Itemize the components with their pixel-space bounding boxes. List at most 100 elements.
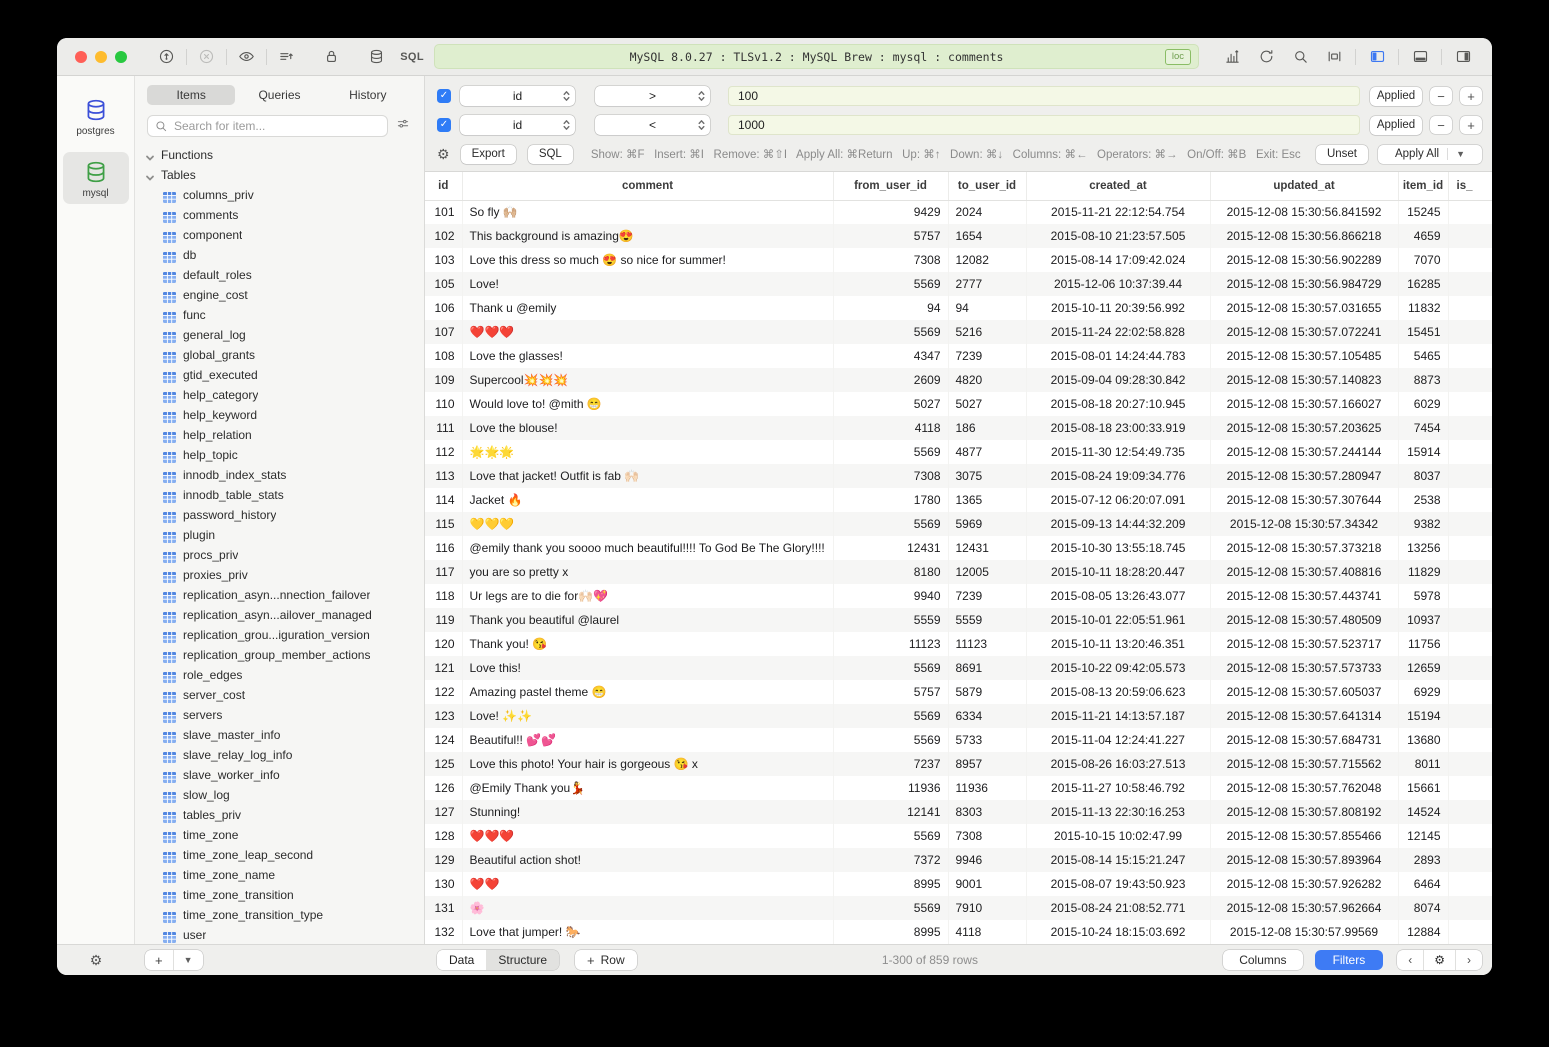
connection-postgres[interactable]: postgres	[63, 90, 129, 142]
table-row[interactable]: 118Ur legs are to die for🙌🏻💖994072392015…	[425, 584, 1492, 608]
cell-to-user-id[interactable]: 8303	[948, 800, 1026, 824]
cell-from-user-id[interactable]: 5569	[833, 704, 948, 728]
cell-to-user-id[interactable]: 5559	[948, 608, 1026, 632]
cell-updated-at[interactable]: 2015-12-08 15:30:57.244144	[1210, 440, 1398, 464]
cell-updated-at[interactable]: 2015-12-08 15:30:57.280947	[1210, 464, 1398, 488]
cell-id[interactable]: 123	[425, 704, 462, 728]
open-sql-editor-button[interactable]: SQL	[400, 51, 424, 63]
cell-to-user-id[interactable]: 4877	[948, 440, 1026, 464]
tab-queries[interactable]: Queries	[235, 85, 323, 105]
cell-created-at[interactable]: 2015-10-11 13:20:46.351	[1026, 632, 1210, 656]
cell-from-user-id[interactable]: 5569	[833, 440, 948, 464]
cell-from-user-id[interactable]: 5569	[833, 512, 948, 536]
cell-comment[interactable]: you are so pretty x	[462, 560, 833, 584]
cell-is[interactable]	[1448, 512, 1492, 536]
toggle-right-panel-icon[interactable]	[1446, 45, 1480, 69]
sidebar-table-item[interactable]: replication_asyn...ailover_managed	[135, 605, 424, 625]
cell-is[interactable]	[1448, 224, 1492, 248]
cell-id[interactable]: 109	[425, 368, 462, 392]
cell-updated-at[interactable]: 2015-12-08 15:30:56.866218	[1210, 224, 1398, 248]
cell-comment[interactable]: Love this dress so much 😍 so nice for su…	[462, 248, 833, 272]
cell-to-user-id[interactable]: 5027	[948, 392, 1026, 416]
sidebar-table-item[interactable]: db	[135, 245, 424, 265]
tree-section-tables[interactable]: Tables	[135, 165, 424, 185]
cell-comment[interactable]: Ur legs are to die for🙌🏻💖	[462, 584, 833, 608]
cell-is[interactable]	[1448, 920, 1492, 944]
cell-to-user-id[interactable]: 12082	[948, 248, 1026, 272]
preview-eye-icon[interactable]	[231, 45, 262, 69]
table-row[interactable]: 114Jacket 🔥178013652015-07-12 06:20:07.0…	[425, 488, 1492, 512]
cell-item-id[interactable]: 5978	[1398, 584, 1448, 608]
cell-is[interactable]	[1448, 680, 1492, 704]
table-row[interactable]: 102This background is amazing😍5757165420…	[425, 224, 1492, 248]
table-row[interactable]: 131🌸556979102015-08-24 21:08:52.7712015-…	[425, 896, 1492, 920]
cell-is[interactable]	[1448, 368, 1492, 392]
cell-is[interactable]	[1448, 728, 1492, 752]
cell-created-at[interactable]: 2015-08-18 20:27:10.945	[1026, 392, 1210, 416]
cell-created-at[interactable]: 2015-08-24 19:09:34.776	[1026, 464, 1210, 488]
cell-created-at[interactable]: 2015-08-05 13:26:43.077	[1026, 584, 1210, 608]
cell-comment[interactable]: Supercool💥💥💥	[462, 368, 833, 392]
cell-from-user-id[interactable]: 11936	[833, 776, 948, 800]
cell-to-user-id[interactable]: 4820	[948, 368, 1026, 392]
cell-created-at[interactable]: 2015-08-18 23:00:33.919	[1026, 416, 1210, 440]
filters-button[interactable]: Filters	[1315, 950, 1384, 970]
cell-from-user-id[interactable]: 2609	[833, 368, 948, 392]
table-row[interactable]: 130❤️❤️899590012015-08-07 19:43:50.92320…	[425, 872, 1492, 896]
sidebar-table-item[interactable]: default_roles	[135, 265, 424, 285]
sidebar-table-item[interactable]: general_log	[135, 325, 424, 345]
table-row[interactable]: 107❤️❤️❤️556952162015-11-24 22:02:58.828…	[425, 320, 1492, 344]
disconnect-icon[interactable]	[191, 45, 222, 69]
cell-id[interactable]: 110	[425, 392, 462, 416]
cell-to-user-id[interactable]: 4118	[948, 920, 1026, 944]
cell-created-at[interactable]: 2015-08-10 21:23:57.505	[1026, 224, 1210, 248]
cell-to-user-id[interactable]: 8691	[948, 656, 1026, 680]
cell-from-user-id[interactable]: 5569	[833, 728, 948, 752]
table-row[interactable]: 119Thank you beautiful @laurel5559555920…	[425, 608, 1492, 632]
cell-is[interactable]	[1448, 704, 1492, 728]
cell-item-id[interactable]: 8074	[1398, 896, 1448, 920]
toggle-left-panel-icon[interactable]	[1360, 45, 1394, 69]
cell-is[interactable]	[1448, 536, 1492, 560]
pending-changes-icon[interactable]	[271, 45, 302, 69]
add-item-button[interactable]: +	[145, 950, 173, 970]
table-row[interactable]: 116@emily thank you soooo much beautiful…	[425, 536, 1492, 560]
tab-history[interactable]: History	[324, 85, 412, 105]
cell-from-user-id[interactable]: 12141	[833, 800, 948, 824]
sidebar-table-item[interactable]: time_zone_transition	[135, 885, 424, 905]
cell-from-user-id[interactable]: 9429	[833, 200, 948, 224]
sidebar-table-item[interactable]: replication_group_member_actions	[135, 645, 424, 665]
cell-to-user-id[interactable]: 9001	[948, 872, 1026, 896]
sidebar-table-item[interactable]: replication_asyn...nnection_failover	[135, 585, 424, 605]
cell-item-id[interactable]: 4659	[1398, 224, 1448, 248]
cell-id[interactable]: 125	[425, 752, 462, 776]
cell-id[interactable]: 107	[425, 320, 462, 344]
cell-updated-at[interactable]: 2015-12-08 15:30:57.031655	[1210, 296, 1398, 320]
table-row[interactable]: 101So fly 🙌🏼942920242015-11-21 22:12:54.…	[425, 200, 1492, 224]
table-row[interactable]: 111Love the blouse!41181862015-08-18 23:…	[425, 416, 1492, 440]
cell-from-user-id[interactable]: 5569	[833, 824, 948, 848]
table-row[interactable]: 113Love that jacket! Outfit is fab 🙌🏻730…	[425, 464, 1492, 488]
cell-updated-at[interactable]: 2015-12-08 15:30:56.984729	[1210, 272, 1398, 296]
cell-to-user-id[interactable]: 1365	[948, 488, 1026, 512]
cell-to-user-id[interactable]: 11936	[948, 776, 1026, 800]
sidebar-table-item[interactable]: comments	[135, 205, 424, 225]
table-row[interactable]: 117you are so pretty x8180120052015-10-1…	[425, 560, 1492, 584]
cell-item-id[interactable]: 7070	[1398, 248, 1448, 272]
cell-is[interactable]	[1448, 392, 1492, 416]
remove-filter-button[interactable]: −	[1430, 87, 1452, 105]
cell-is[interactable]	[1448, 464, 1492, 488]
cell-from-user-id[interactable]: 94	[833, 296, 948, 320]
sidebar-table-item[interactable]: help_category	[135, 385, 424, 405]
cell-id[interactable]: 116	[425, 536, 462, 560]
cell-created-at[interactable]: 2015-08-13 20:59:06.623	[1026, 680, 1210, 704]
focus-mode-icon[interactable]	[1317, 45, 1351, 69]
cell-updated-at[interactable]: 2015-12-08 15:30:57.34342	[1210, 512, 1398, 536]
cell-created-at[interactable]: 2015-08-14 15:15:21.247	[1026, 848, 1210, 872]
cell-to-user-id[interactable]: 2024	[948, 200, 1026, 224]
cell-is[interactable]	[1448, 296, 1492, 320]
cell-updated-at[interactable]: 2015-12-08 15:30:57.99569	[1210, 920, 1398, 944]
close-window-button[interactable]	[75, 51, 87, 63]
cell-to-user-id[interactable]: 94	[948, 296, 1026, 320]
cell-created-at[interactable]: 2015-08-26 16:03:27.513	[1026, 752, 1210, 776]
